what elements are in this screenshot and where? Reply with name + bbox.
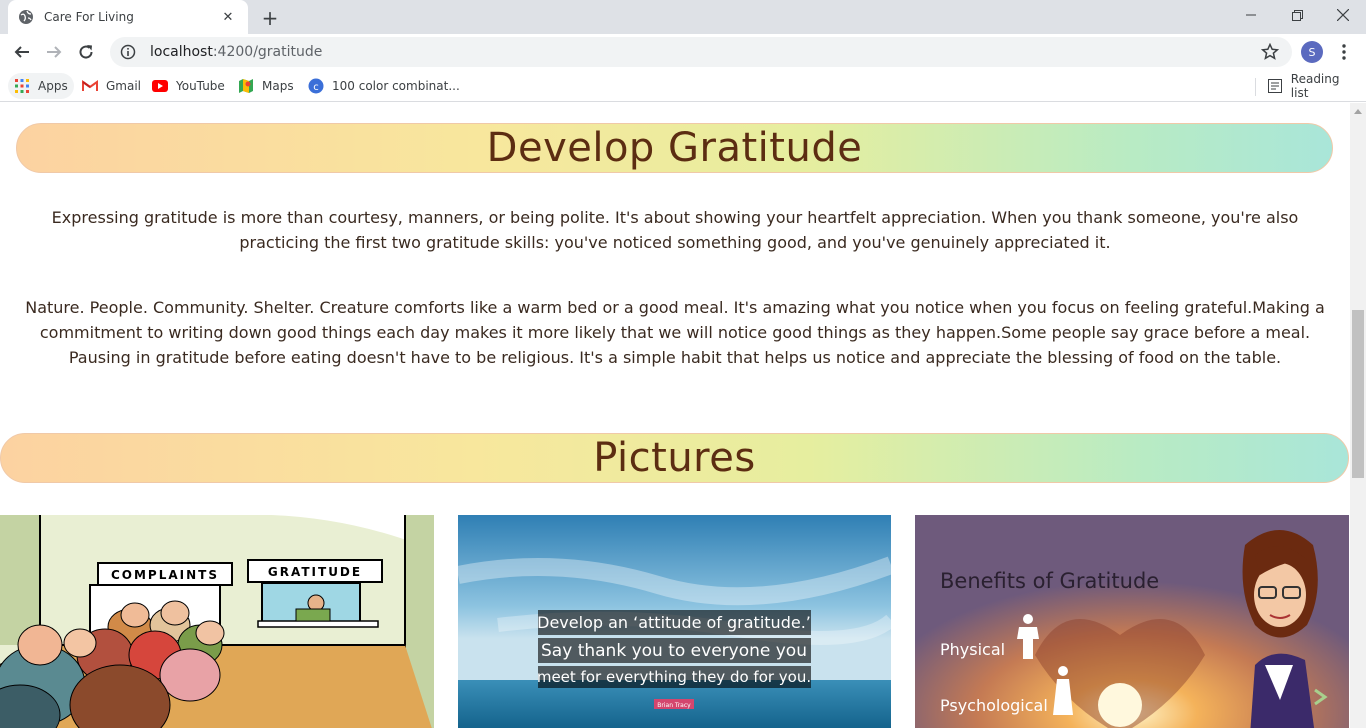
complaints-sign: COMPLAINTS	[111, 568, 219, 582]
info-icon[interactable]	[120, 44, 136, 60]
bookmark-label: Gmail	[106, 79, 142, 93]
bookmark-star-icon[interactable]	[1260, 42, 1280, 62]
page-content: Develop Gratitude Expressing gratitude i…	[0, 103, 1350, 728]
quote-line-1: Develop an ‘attitude of gratitude.’	[537, 613, 811, 632]
forward-button[interactable]	[40, 38, 68, 66]
bookmark-gmail[interactable]: Gmail	[76, 73, 147, 99]
benefits-psychological: Psychological	[940, 696, 1048, 715]
gratitude-paragraph-1: Expressing gratitude is more than courte…	[51, 208, 1299, 252]
more-menu-icon[interactable]	[1334, 40, 1354, 64]
bookmark-maps[interactable]: Maps	[232, 73, 300, 99]
browser-toolbar: localhost:4200/gratitude S	[0, 34, 1366, 70]
restore-button[interactable]	[1274, 0, 1320, 30]
reading-list-icon	[1267, 78, 1283, 94]
profile-avatar[interactable]: S	[1301, 41, 1323, 63]
close-tab-icon[interactable]: ✕	[218, 7, 238, 27]
apps-grid-icon	[14, 78, 30, 94]
address-bar[interactable]: localhost:4200/gratitude	[110, 37, 1292, 67]
bookmark-youtube[interactable]: YouTube	[146, 73, 231, 99]
bookmarks-bar: Apps Gmail YouTube Maps c 100 color comb…	[0, 70, 1366, 102]
bookmark-apps[interactable]: Apps	[8, 73, 74, 99]
minimize-button[interactable]	[1228, 0, 1274, 30]
gratitude-heading-banner: Develop Gratitude	[16, 123, 1333, 173]
maps-icon	[238, 78, 254, 94]
reading-list-label: Reading list	[1290, 72, 1340, 100]
url-text[interactable]: localhost:4200/gratitude	[150, 44, 322, 60]
browser-tab[interactable]: Care For Living ✕	[8, 0, 248, 34]
scrollbar-thumb[interactable]	[1352, 310, 1364, 478]
browser-titlebar: Care For Living ✕ +	[0, 0, 1366, 34]
benefits-physical: Physical	[940, 640, 1005, 659]
picture-attitude-quote: Develop an ‘attitude of gratitude.’ Say …	[458, 515, 892, 728]
bookmarks-divider	[1255, 78, 1256, 96]
gratitude-sign: GRATITUDE	[268, 565, 362, 579]
close-window-button[interactable]	[1320, 0, 1366, 30]
picture-benefits: Benefits of Gratitude Physical Psycholog…	[915, 515, 1349, 728]
bookmark-label: Apps	[38, 79, 68, 93]
tab-title: Care For Living	[44, 10, 134, 24]
pictures-heading-banner: Pictures	[0, 433, 1349, 483]
gratitude-heading: Develop Gratitude	[486, 125, 863, 171]
quote-line-2: Say thank you to everyone you	[541, 641, 807, 661]
bookmark-label: Maps	[262, 79, 294, 93]
reading-list-button[interactable]: Reading list	[1261, 72, 1366, 100]
reload-button[interactable]	[72, 38, 100, 66]
youtube-icon	[152, 78, 168, 94]
svg-text:c: c	[313, 82, 319, 93]
new-tab-button[interactable]: +	[258, 6, 282, 30]
pictures-heading: Pictures	[593, 435, 756, 481]
gmail-icon	[82, 78, 98, 94]
color-c-icon: c	[308, 78, 324, 94]
gratitude-paragraph-2: Nature. People. Community. Shelter. Crea…	[25, 298, 1325, 367]
quote-author: Brian Tracy	[657, 702, 691, 709]
back-button[interactable]	[8, 38, 36, 66]
page-scrollbar[interactable]	[1350, 103, 1366, 728]
scroll-up-arrow-icon[interactable]	[1350, 103, 1366, 119]
bookmark-label: 100 color combinat...	[332, 79, 460, 93]
picture-complaints-cartoon: COMPLAINTS GRATITUDE	[0, 515, 434, 728]
benefits-title: Benefits of Gratitude	[940, 569, 1159, 593]
quote-line-3: meet for everything they do for you.	[537, 668, 811, 686]
bookmark-color-combinations[interactable]: c 100 color combinat...	[302, 73, 466, 99]
bookmark-label: YouTube	[176, 79, 225, 93]
globe-icon	[18, 9, 34, 25]
